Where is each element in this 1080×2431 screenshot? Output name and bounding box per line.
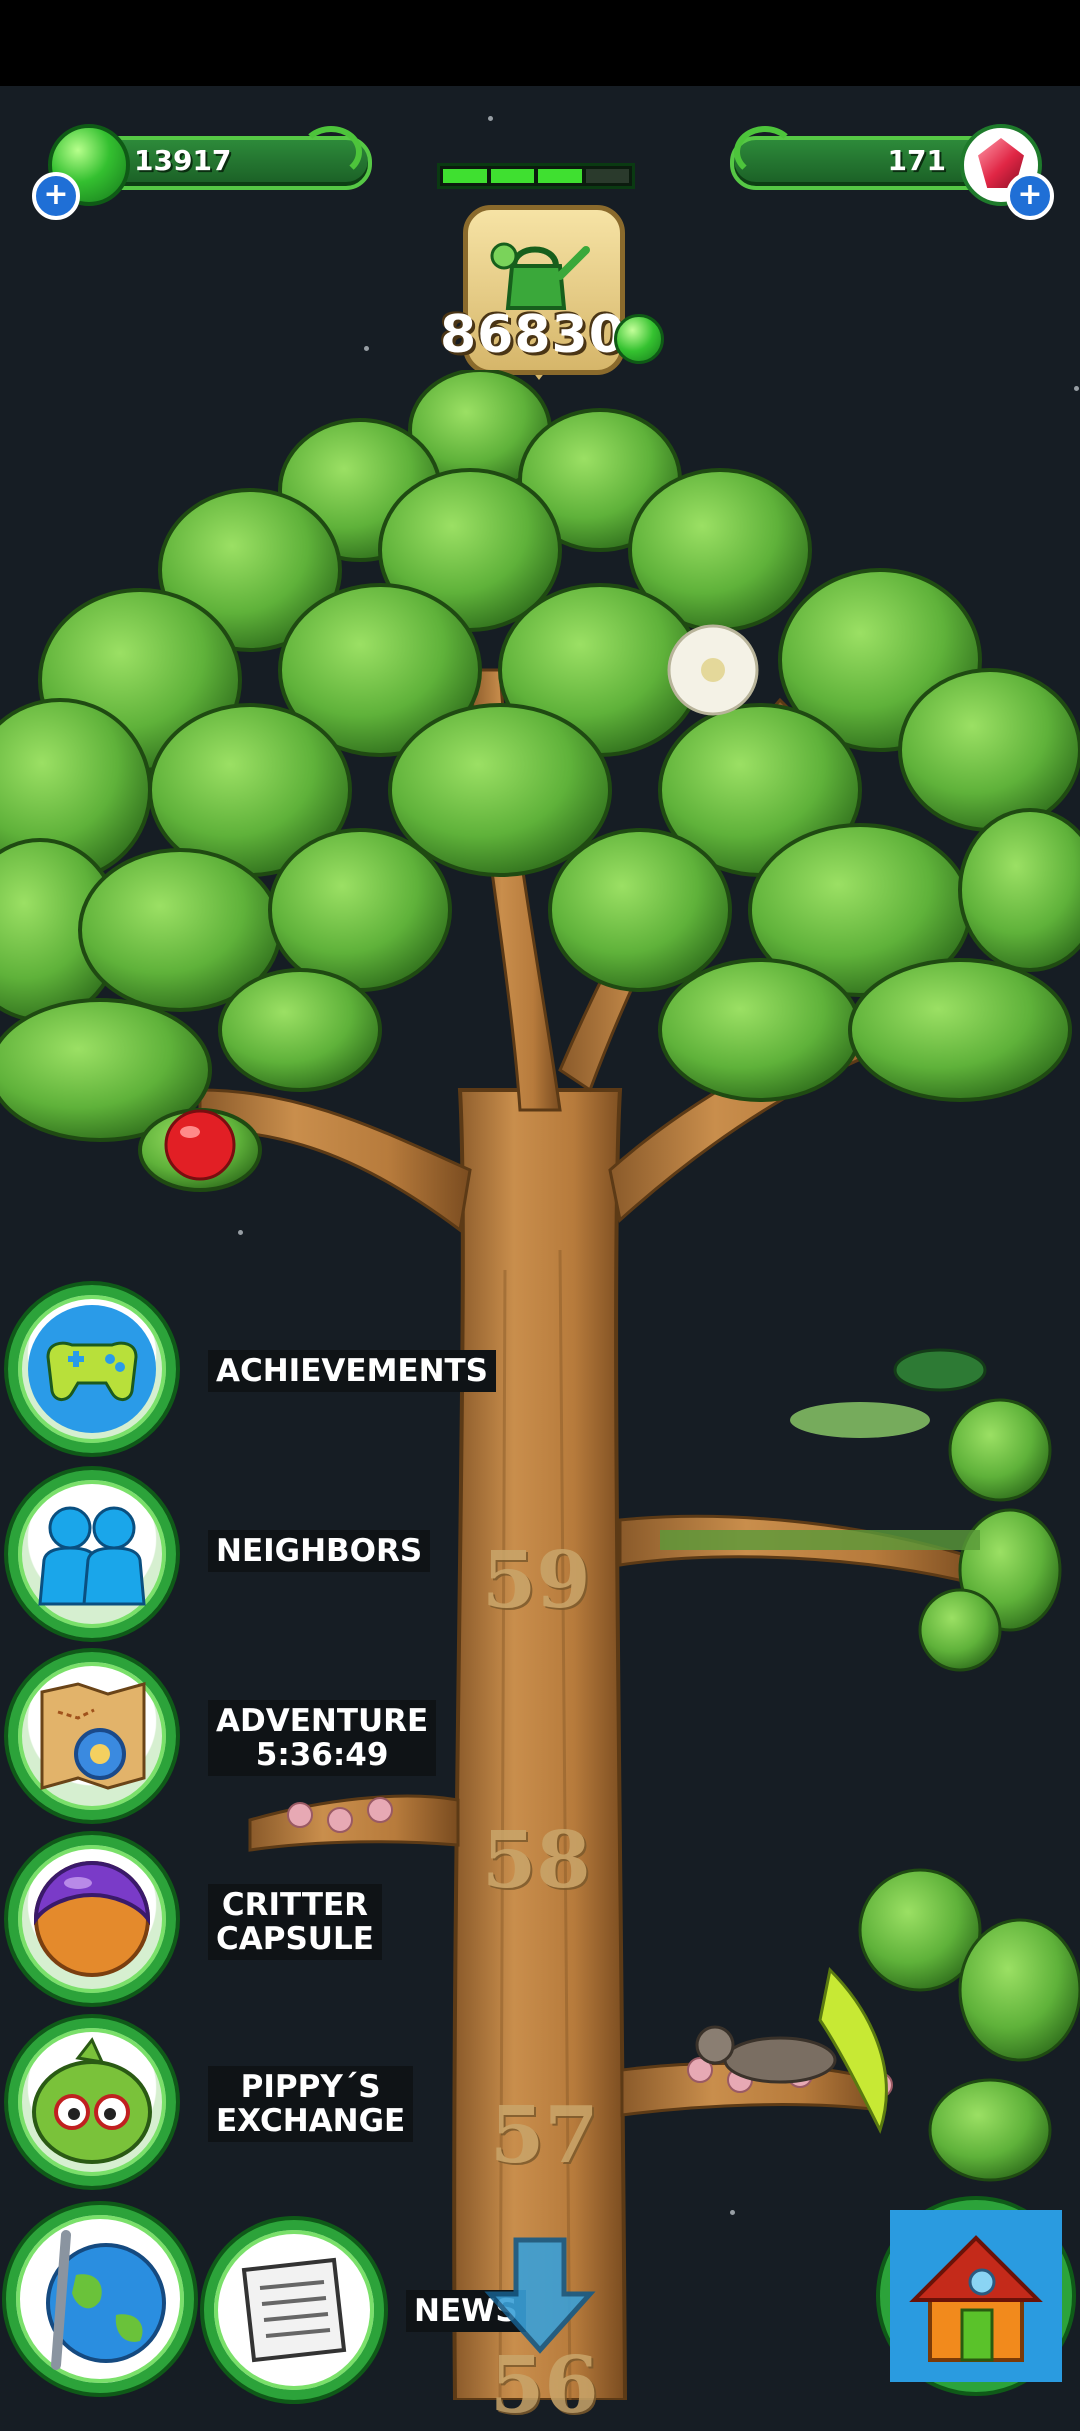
water-count: 86830 [440,305,626,365]
add-red-gems-button[interactable]: + [1006,172,1054,220]
adventure-timer: 5:36:49 [255,1737,389,1773]
pippys-exchange-label[interactable]: PIPPY´S EXCHANGE [208,2066,414,2142]
down-arrow-icon [484,2237,596,2354]
pippys-exchange-line1: PIPPY´S [240,2069,381,2105]
red-gem-count: 171 [887,144,946,177]
vine-decoration [300,126,362,178]
status-bar [0,0,1080,86]
newspaper-icon [241,2257,347,2363]
scroll-down-button[interactable] [480,2230,600,2360]
critter-capsule-label[interactable]: CRITTER CAPSULE [208,1884,382,1960]
green-gem-icon [614,314,664,364]
star [364,346,369,351]
pippy-face-icon [32,2037,152,2164]
gamepad-icon [28,1305,156,1433]
house-icon [890,2210,1062,2382]
pippys-exchange-button[interactable] [8,2018,176,2186]
star [488,116,493,121]
progress-segment [538,169,582,183]
globe-button[interactable] [6,2205,194,2393]
water-progress-bar [437,163,635,189]
adventure-title: ADVENTURE [216,1703,429,1739]
achievements-button[interactable] [8,1285,176,1453]
neighbors-button[interactable] [8,1470,176,1638]
progress-segment [443,169,487,183]
green-gem-count: 13917 [134,144,232,177]
add-green-gems-button[interactable]: + [32,172,80,220]
home-button[interactable] [880,2200,1072,2392]
capsule-icon [33,1861,151,1977]
globe-icon [46,2230,166,2370]
adventure-label[interactable]: ADVENTURE 5:36:49 [208,1700,437,1776]
neighbors-label[interactable]: NEIGHBORS [208,1530,431,1572]
tree-level: 57 [490,2090,599,2181]
pippys-exchange-line2: EXCHANGE [216,2103,406,2139]
critter-capsule-line1: CRITTER [221,1887,369,1923]
adventure-button[interactable] [8,1652,176,1820]
achievements-label[interactable]: ACHIEVEMENTS [208,1350,497,1392]
critter-capsule-line2: CAPSULE [216,1921,374,1957]
tree-level: 58 [482,1815,591,1906]
people-icon [38,1506,146,1606]
news-button[interactable] [204,2220,384,2400]
white-flower [667,624,759,716]
tree-level: 59 [482,1535,591,1626]
vine-decoration [734,126,796,178]
watering-can-icon [490,242,590,310]
treasure-map-icon [40,1682,146,1790]
progress-segment [490,169,534,183]
critter-capsule-button[interactable] [8,1835,176,2003]
progress-segment [585,169,629,183]
